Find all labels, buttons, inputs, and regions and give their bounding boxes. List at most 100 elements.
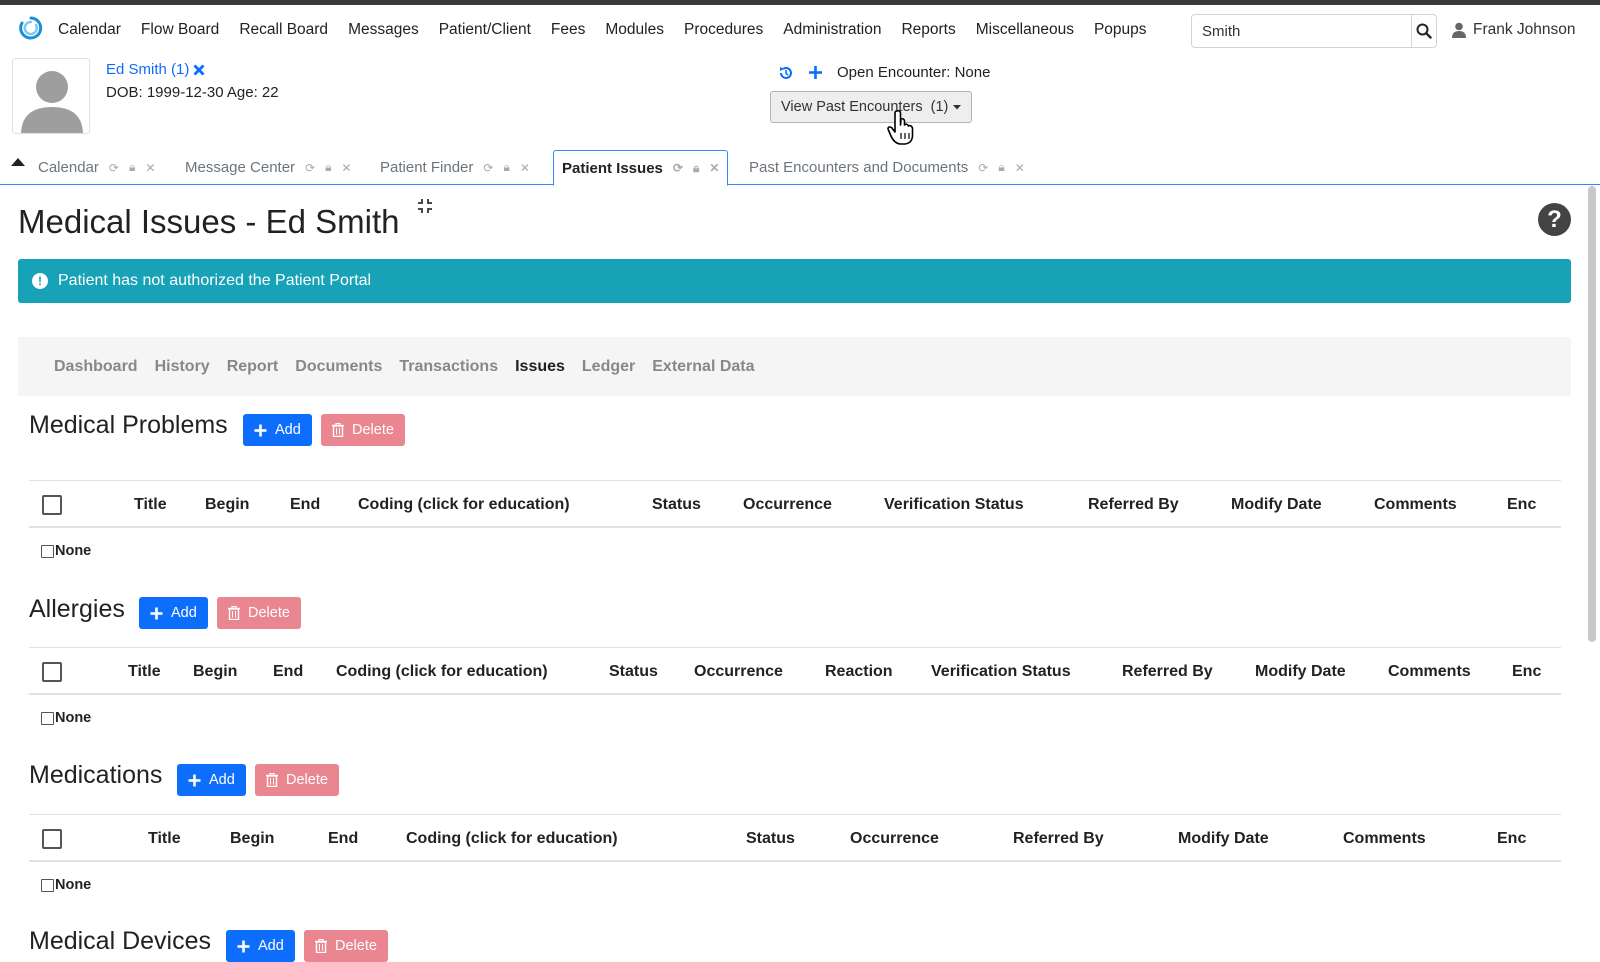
section-title-medical-devices: Medical Devices: [29, 927, 212, 955]
column-header[interactable]: Coding (click for education): [406, 830, 618, 848]
none-checkbox[interactable]: [41, 544, 54, 558]
help-icon[interactable]: ?: [1538, 203, 1571, 236]
column-header[interactable]: Verification Status: [884, 496, 1024, 514]
column-header[interactable]: Comments: [1388, 663, 1471, 681]
subnav-issues[interactable]: Issues: [515, 358, 565, 376]
none-checkbox[interactable]: [41, 878, 54, 892]
scrollbar[interactable]: [1588, 186, 1596, 642]
add-medical-problem-button[interactable]: Add: [243, 414, 312, 446]
column-header[interactable]: End: [328, 830, 358, 848]
menu-recall-board[interactable]: Recall Board: [239, 21, 328, 39]
close-patient-icon[interactable]: [193, 64, 205, 76]
tab-patient-finder[interactable]: Patient Finder ⟳ 🔒︎ ✕: [372, 150, 538, 185]
patient-name-link[interactable]: Ed Smith (1): [106, 61, 205, 78]
select-all-checkbox[interactable]: [42, 662, 62, 682]
column-header[interactable]: Occurrence: [850, 830, 939, 848]
column-header[interactable]: Referred By: [1013, 830, 1104, 848]
menu-fees[interactable]: Fees: [551, 21, 585, 39]
subnav-transactions[interactable]: Transactions: [399, 358, 498, 376]
tab-patient-issues[interactable]: Patient Issues ⟳ 🔒︎ ✕: [553, 150, 729, 186]
app-logo-icon[interactable]: [18, 15, 44, 41]
new-encounter-icon[interactable]: [808, 65, 823, 80]
search-button[interactable]: [1411, 15, 1436, 47]
column-header[interactable]: Comments: [1343, 830, 1426, 848]
subnav-external-data[interactable]: External Data: [652, 358, 754, 376]
column-header[interactable]: Referred By: [1088, 496, 1179, 514]
column-header[interactable]: Coding (click for education): [336, 663, 548, 681]
lock-icon[interactable]: 🔒︎: [998, 160, 1004, 175]
column-header[interactable]: Coding (click for education): [358, 496, 570, 514]
column-header[interactable]: Begin: [193, 663, 237, 681]
lock-icon[interactable]: 🔒︎: [503, 160, 509, 175]
column-header[interactable]: Modify Date: [1231, 496, 1322, 514]
add-allergy-button[interactable]: Add: [139, 597, 208, 629]
column-header[interactable]: Enc: [1512, 663, 1541, 681]
column-header[interactable]: Occurrence: [694, 663, 783, 681]
column-header[interactable]: Enc: [1507, 496, 1536, 514]
menu-modules[interactable]: Modules: [605, 21, 664, 39]
column-header[interactable]: Title: [148, 830, 181, 848]
delete-allergy-button[interactable]: Delete: [217, 597, 301, 629]
column-header[interactable]: Comments: [1374, 496, 1457, 514]
column-header[interactable]: Status: [609, 663, 658, 681]
add-medication-button[interactable]: Add: [177, 764, 246, 796]
menu-messages[interactable]: Messages: [348, 21, 419, 39]
column-header[interactable]: Reaction: [825, 663, 893, 681]
compress-icon[interactable]: [417, 198, 433, 214]
subnav-report[interactable]: Report: [227, 358, 279, 376]
column-header[interactable]: End: [290, 496, 320, 514]
search-input[interactable]: [1192, 15, 1411, 47]
column-header[interactable]: Modify Date: [1255, 663, 1346, 681]
menu-calendar[interactable]: Calendar: [58, 21, 121, 39]
select-all-checkbox[interactable]: [42, 829, 62, 849]
menu-miscellaneous[interactable]: Miscellaneous: [976, 21, 1074, 39]
column-header[interactable]: End: [273, 663, 303, 681]
menu-flow-board[interactable]: Flow Board: [141, 21, 219, 39]
delete-medical-device-button[interactable]: Delete: [304, 930, 388, 962]
view-past-encounters-button[interactable]: View Past Encounters (1): [770, 91, 972, 123]
close-icon[interactable]: ✕: [709, 161, 719, 175]
column-header[interactable]: Begin: [205, 496, 249, 514]
lock-icon[interactable]: 🔒︎: [129, 160, 135, 175]
column-header[interactable]: Referred By: [1122, 663, 1213, 681]
tab-message-center[interactable]: Message Center ⟳ 🔒︎ ✕: [177, 150, 360, 185]
refresh-icon[interactable]: ⟳: [978, 161, 988, 175]
none-checkbox[interactable]: [41, 711, 54, 725]
refresh-icon[interactable]: ⟳: [305, 161, 315, 175]
column-header[interactable]: Verification Status: [931, 663, 1071, 681]
menu-reports[interactable]: Reports: [901, 21, 955, 39]
close-icon[interactable]: ✕: [520, 161, 530, 175]
column-header[interactable]: Status: [746, 830, 795, 848]
lock-icon[interactable]: 🔒︎: [325, 160, 331, 175]
menu-procedures[interactable]: Procedures: [684, 21, 763, 39]
column-header[interactable]: Begin: [230, 830, 274, 848]
user-menu[interactable]: Frank Johnson: [1452, 21, 1576, 39]
subnav-documents[interactable]: Documents: [295, 358, 382, 376]
column-header[interactable]: Title: [134, 496, 167, 514]
column-header[interactable]: Status: [652, 496, 701, 514]
close-icon[interactable]: ✕: [145, 161, 155, 175]
delete-medical-problem-button[interactable]: Delete: [321, 414, 405, 446]
refresh-icon[interactable]: ⟳: [673, 161, 683, 175]
column-header[interactable]: Modify Date: [1178, 830, 1269, 848]
tab-calendar[interactable]: Calendar ⟳ 🔒︎ ✕: [30, 150, 163, 185]
menu-administration[interactable]: Administration: [783, 21, 881, 39]
column-header[interactable]: Enc: [1497, 830, 1526, 848]
close-icon[interactable]: ✕: [1015, 161, 1025, 175]
column-header[interactable]: Occurrence: [743, 496, 832, 514]
subnav-ledger[interactable]: Ledger: [582, 358, 635, 376]
add-medical-device-button[interactable]: Add: [226, 930, 295, 962]
subnav-dashboard[interactable]: Dashboard: [54, 358, 138, 376]
subnav-history[interactable]: History: [155, 358, 210, 376]
lock-icon[interactable]: 🔒︎: [693, 161, 699, 176]
refresh-icon[interactable]: ⟳: [109, 161, 119, 175]
menu-patient-client[interactable]: Patient/Client: [439, 21, 531, 39]
menu-popups[interactable]: Popups: [1094, 21, 1147, 39]
refresh-icon[interactable]: ⟳: [483, 161, 493, 175]
tab-past-encounters[interactable]: Past Encounters and Documents ⟳ 🔒︎ ✕: [741, 150, 1033, 185]
delete-medication-button[interactable]: Delete: [255, 764, 339, 796]
column-header[interactable]: Title: [128, 663, 161, 681]
close-icon[interactable]: ✕: [342, 161, 352, 175]
history-icon[interactable]: [778, 65, 794, 81]
select-all-checkbox[interactable]: [42, 495, 62, 515]
